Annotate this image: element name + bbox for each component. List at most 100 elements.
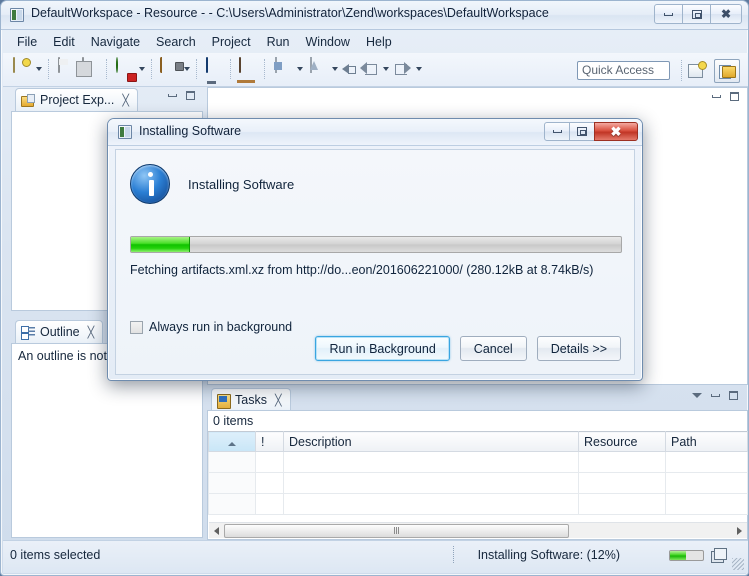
- table-row[interactable]: [208, 451, 748, 473]
- editor-view-controls: [712, 91, 739, 101]
- tab-label: Tasks: [235, 393, 267, 407]
- info-icon: [130, 164, 170, 204]
- tasks-horizontal-scrollbar[interactable]: [209, 522, 747, 538]
- project-explorer-tabstrip: Project Exp... ╳: [3, 87, 205, 111]
- tab-tasks[interactable]: Tasks ╳: [211, 388, 291, 411]
- menu-item-search[interactable]: Search: [148, 33, 204, 51]
- status-progress-text[interactable]: Installing Software: (12%): [478, 548, 620, 562]
- dialog-heading: Installing Software: [188, 176, 295, 192]
- column-header-sort[interactable]: [208, 431, 256, 452]
- save-icon[interactable]: [55, 57, 77, 80]
- previous-dropdown-icon[interactable]: [380, 58, 391, 80]
- status-bar: 0 items selected Installing Software: (1…: [3, 540, 748, 573]
- close-icon[interactable]: ╳: [122, 94, 129, 107]
- import-icon[interactable]: [306, 57, 328, 80]
- quick-access-input[interactable]: Quick Access: [577, 61, 670, 80]
- minimize-icon[interactable]: [712, 95, 721, 98]
- resize-grip-icon[interactable]: [732, 558, 744, 570]
- new-document-dropdown-icon[interactable]: [33, 58, 44, 80]
- tab-label: Project Exp...: [40, 93, 115, 107]
- show-jobs-icon[interactable]: [711, 548, 727, 563]
- close-icon: ✖: [720, 7, 732, 21]
- menu-item-project[interactable]: Project: [204, 33, 259, 51]
- toolbar-separator: [681, 60, 682, 81]
- open-library-icon[interactable]: [237, 57, 259, 80]
- menu-item-window[interactable]: Window: [298, 33, 358, 51]
- tab-label: Outline: [40, 325, 80, 339]
- run-icon[interactable]: [113, 57, 135, 80]
- status-separator: [453, 546, 454, 563]
- dialog-header: Installing Software: [130, 164, 294, 204]
- column-header-priority[interactable]: !: [255, 431, 284, 452]
- menu-item-help[interactable]: Help: [358, 33, 400, 51]
- resource-perspective-button[interactable]: [714, 59, 740, 83]
- menu-item-navigate[interactable]: Navigate: [83, 33, 148, 51]
- minimize-icon[interactable]: [711, 394, 720, 397]
- status-selection-text: 0 items selected: [10, 548, 101, 562]
- dialog-maximize-button[interactable]: [569, 122, 595, 141]
- tasks-icon: [217, 393, 231, 409]
- window-close-button[interactable]: ✖: [710, 4, 742, 24]
- previous-icon[interactable]: [360, 61, 378, 77]
- editor-tabstrip: [208, 87, 748, 111]
- view-menu-icon[interactable]: [692, 393, 702, 398]
- tab-project-explorer[interactable]: Project Exp... ╳: [15, 88, 138, 111]
- close-icon[interactable]: ╳: [88, 326, 95, 339]
- column-header-resource[interactable]: Resource: [578, 431, 666, 452]
- run-in-background-button[interactable]: Run in Background: [315, 336, 450, 361]
- close-icon[interactable]: ╳: [275, 394, 282, 407]
- minimize-icon: [552, 130, 562, 133]
- menu-item-file[interactable]: File: [9, 33, 45, 51]
- minimize-icon[interactable]: [168, 94, 177, 97]
- dialog-title-bar: Installing Software ✖: [108, 119, 642, 146]
- column-header-path[interactable]: Path: [665, 431, 748, 452]
- dialog-progress-bar: [130, 236, 622, 253]
- scrollbar-thumb[interactable]: [224, 523, 569, 538]
- tasks-table: ! Description Resource Path: [208, 431, 748, 515]
- project-explorer-view-controls: [168, 90, 195, 100]
- scroll-left-icon[interactable]: [209, 523, 224, 538]
- save-all-icon[interactable]: [79, 57, 101, 80]
- new-document-icon[interactable]: [10, 57, 32, 80]
- dialog-content: Installing Software Fetching artifacts.x…: [115, 149, 635, 375]
- cancel-button[interactable]: Cancel: [459, 336, 527, 361]
- back-icon[interactable]: [341, 61, 357, 77]
- installing-software-dialog: Installing Software ✖ Installing Softwar…: [107, 118, 643, 381]
- table-row[interactable]: [208, 493, 748, 515]
- maximize-icon[interactable]: [728, 390, 738, 400]
- export-icon[interactable]: [271, 57, 293, 80]
- open-console-icon[interactable]: [203, 57, 225, 80]
- toolbar-separator: [151, 59, 153, 79]
- status-progress-bar: [669, 550, 704, 561]
- tasks-view: Tasks ╳ 0 items ! Description Resource P…: [207, 387, 748, 540]
- dialog-minimize-button[interactable]: [544, 122, 570, 141]
- scrollbar-grip-icon: [393, 527, 400, 534]
- column-header-description[interactable]: Description: [283, 431, 579, 452]
- import-dropdown-icon[interactable]: [329, 58, 340, 80]
- menu-item-edit[interactable]: Edit: [45, 33, 83, 51]
- forward-dropdown-icon[interactable]: [413, 58, 424, 80]
- debug-icon[interactable]: [158, 57, 180, 80]
- tab-outline[interactable]: Outline ╳: [15, 320, 104, 343]
- dialog-close-button[interactable]: ✖: [594, 122, 638, 141]
- maximize-icon[interactable]: [729, 91, 739, 101]
- always-run-in-background-checkbox[interactable]: [130, 320, 143, 334]
- forward-icon[interactable]: [393, 61, 411, 77]
- export-dropdown-icon[interactable]: [294, 58, 305, 80]
- always-run-in-background-label: Always run in background: [149, 320, 293, 334]
- dialog-title: Installing Software: [139, 124, 242, 138]
- scroll-right-icon[interactable]: [732, 523, 747, 538]
- window-controls: ✖: [654, 4, 742, 24]
- maximize-icon[interactable]: [185, 90, 195, 100]
- window-minimize-button[interactable]: [654, 4, 683, 24]
- open-perspective-button[interactable]: [685, 59, 709, 81]
- dialog-progress-fill: [131, 237, 190, 252]
- tasks-view-controls: [692, 390, 738, 400]
- window-title-bar: DefaultWorkspace - Resource - - C:\Users…: [1, 1, 748, 30]
- window-maximize-button[interactable]: [682, 4, 711, 24]
- always-run-in-background-row[interactable]: Always run in background: [130, 320, 292, 334]
- details-button[interactable]: Details >>: [536, 336, 621, 361]
- table-row[interactable]: [208, 472, 748, 494]
- run-dropdown-icon[interactable]: [136, 58, 147, 80]
- menu-item-run[interactable]: Run: [259, 33, 298, 51]
